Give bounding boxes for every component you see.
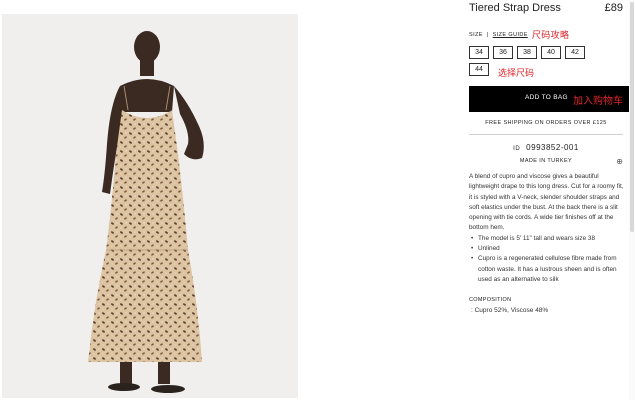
size-option-36[interactable]: 36	[493, 46, 513, 59]
size-guide-link[interactable]: SIZE GUIDE	[493, 32, 528, 38]
model-photo-illustration	[88, 31, 204, 393]
article-id-value: 0993852-001	[526, 143, 579, 152]
size-separator: |	[486, 31, 489, 38]
size-header: SIZE | SIZE GUIDE 尺码攻略	[469, 28, 569, 41]
dress-tier	[88, 250, 202, 362]
product-image-area	[0, 0, 455, 400]
composition-value: : Cupro 52%, Viscose 48%	[471, 307, 549, 314]
scrollbar-thumb[interactable]	[630, 2, 634, 232]
size-option-40[interactable]: 40	[541, 46, 561, 59]
info-icon[interactable]: ⊕	[616, 157, 623, 166]
add-to-bag-label: ADD TO BAG	[525, 94, 568, 101]
scrollbar[interactable]	[629, 0, 635, 400]
made-in-label: MADE IN TURKEY	[519, 158, 573, 164]
product-photo[interactable]	[2, 14, 298, 398]
list-item: Cupro is a regenerated cellulose fibre m…	[469, 254, 625, 285]
article-id-label: ID	[513, 146, 521, 152]
list-item: Unlined	[469, 244, 625, 255]
add-to-cart-annotation: 加入购物车	[573, 96, 623, 107]
free-shipping-note: FREE SHIPPING ON ORDERS OVER £125	[485, 120, 607, 126]
size-guide-annotation: 尺码攻略	[531, 31, 570, 41]
select-size-annotation: 选择尺码	[498, 69, 535, 79]
size-option-38[interactable]: 38	[517, 46, 537, 59]
product-title: Tiered Strap Dress	[469, 2, 561, 14]
description-bullets: The model is 5' 11" tall and wears size …	[469, 234, 625, 285]
size-label: SIZE	[469, 31, 483, 38]
product-detail-panel: Tiered Strap Dress £89 SIZE | SIZE GUIDE…	[455, 0, 635, 400]
divider	[469, 134, 623, 135]
product-price: £89	[604, 2, 623, 14]
product-description: A blend of cupro and viscose gives a bea…	[469, 172, 625, 285]
size-option-42[interactable]: 42	[565, 46, 585, 59]
list-item: The model is 5' 11" tall and wears size …	[469, 234, 625, 245]
model-head	[134, 31, 160, 63]
size-option-34[interactable]: 34	[469, 46, 489, 59]
model-right-arm	[174, 86, 204, 160]
size-option-44[interactable]: 44	[469, 63, 489, 76]
article-id: ID 0993852-001	[469, 143, 623, 152]
composition-label: COMPOSITION	[469, 297, 512, 303]
right-sandal	[151, 385, 185, 393]
left-sandal	[108, 383, 140, 391]
description-paragraph: A blend of cupro and viscose gives a bea…	[469, 173, 624, 232]
add-to-bag-button[interactable]: ADD TO BAG 加入购物车	[469, 86, 635, 112]
